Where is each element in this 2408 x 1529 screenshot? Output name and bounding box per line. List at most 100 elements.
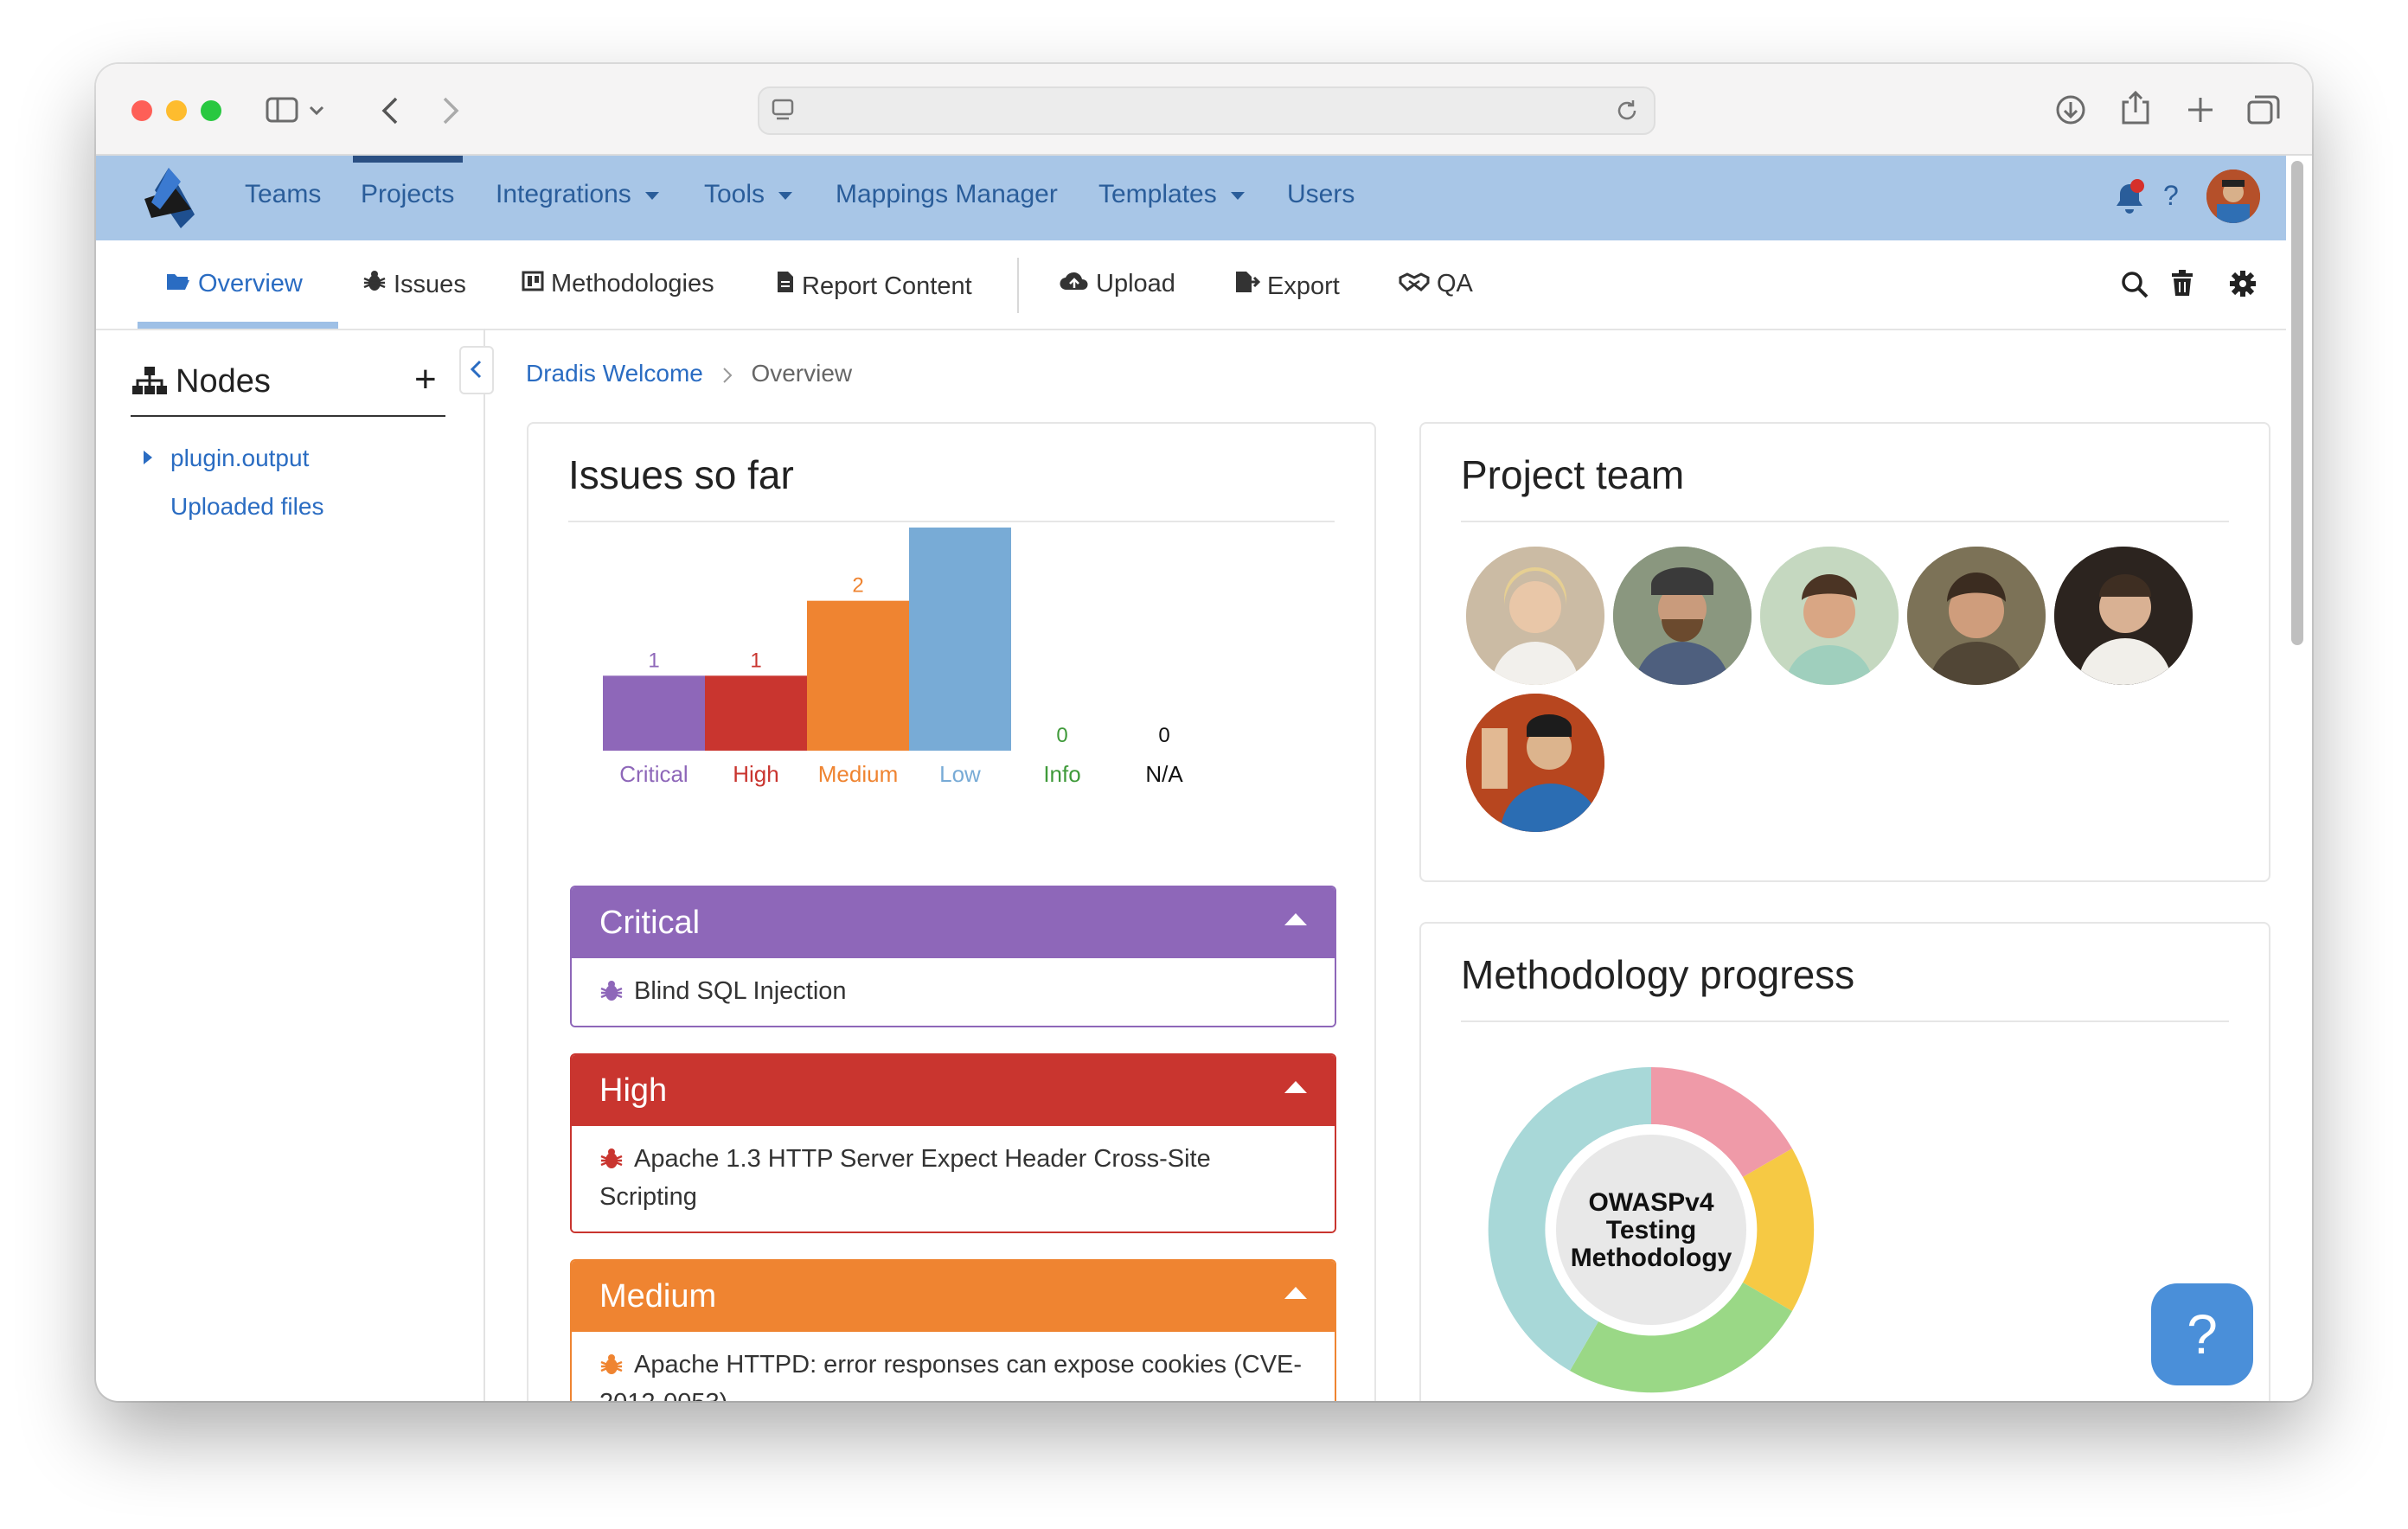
- team-member-avatar[interactable]: [1907, 547, 2046, 685]
- severity-group-header[interactable]: Medium: [572, 1261, 1335, 1332]
- project-toolbar: Overview Issues Methodologies Report Con…: [96, 240, 2286, 330]
- team-member-avatar[interactable]: [2054, 547, 2193, 685]
- chevron-left-icon: [470, 360, 482, 379]
- tab-issues-label: Issues: [394, 271, 466, 298]
- page-scrollbar[interactable]: [2291, 161, 2303, 645]
- back-icon[interactable]: [381, 97, 399, 125]
- node-plugin-output[interactable]: plugin.output: [170, 445, 309, 472]
- node-uploaded-files[interactable]: Uploaded files: [170, 493, 323, 521]
- nav-templates[interactable]: Templates: [1098, 180, 1245, 209]
- bug-icon: [600, 1148, 623, 1168]
- chart-category-label: Info: [1043, 761, 1080, 787]
- chevron-down-icon[interactable]: [309, 106, 324, 116]
- tab-overview[interactable]: Overview: [165, 270, 303, 298]
- app-navbar: Teams Projects Integrations Tools Mappin…: [96, 156, 2286, 243]
- notifications-bell-icon[interactable]: [2111, 178, 2146, 216]
- reload-icon[interactable]: [1616, 99, 1640, 123]
- card-divider: [568, 521, 1335, 522]
- chart-value-label: 0: [1158, 724, 1169, 747]
- nav-teams[interactable]: Teams: [245, 180, 321, 209]
- sidebar-toggle-icon[interactable]: [266, 97, 298, 123]
- search-icon[interactable]: [2120, 270, 2149, 299]
- bug-icon: [600, 981, 623, 1001]
- severity-group-header[interactable]: Critical: [572, 887, 1335, 958]
- nav-mappings-manager[interactable]: Mappings Manager: [836, 180, 1058, 209]
- team-member-avatar[interactable]: [1760, 547, 1899, 685]
- folder-open-icon: [167, 274, 189, 290]
- chart-category-label: Medium: [818, 761, 898, 787]
- download-icon[interactable]: [2054, 93, 2087, 126]
- collapse-triangle-icon[interactable]: [1284, 1081, 1307, 1093]
- avatar-image: [1613, 547, 1752, 685]
- minimize-window-button[interactable]: [166, 100, 187, 121]
- chart-category-label: Low: [939, 761, 981, 787]
- card-divider: [1461, 521, 2229, 522]
- nav-tools[interactable]: Tools: [704, 180, 793, 209]
- nav-projects[interactable]: Projects: [361, 180, 454, 209]
- tab-export[interactable]: Export: [1234, 270, 1340, 301]
- severity-group: High Apache 1.3 HTTP Server Expect Header…: [570, 1053, 1336, 1233]
- user-avatar[interactable]: [2206, 170, 2260, 223]
- avatar-image: [1907, 547, 2046, 685]
- dradis-logo[interactable]: [134, 164, 203, 234]
- nav-integrations[interactable]: Integrations: [496, 180, 659, 209]
- tab-issues[interactable]: Issues: [362, 270, 466, 299]
- issue-list-item[interactable]: Blind SQL Injection: [572, 958, 1335, 1026]
- severity-group: Critical Blind SQL Injection: [570, 886, 1336, 1027]
- tab-methodologies[interactable]: Methodologies: [522, 270, 714, 298]
- tab-overview-icon[interactable]: [2246, 93, 2281, 126]
- new-tab-icon[interactable]: [2186, 95, 2215, 125]
- close-window-button[interactable]: [131, 100, 152, 121]
- sidebar-title: Nodes: [176, 363, 271, 400]
- tab-report-content[interactable]: Report Content: [776, 270, 972, 301]
- help-link[interactable]: ?: [2163, 180, 2179, 212]
- breadcrumb-current: Overview: [751, 360, 853, 387]
- chart-category-label: High: [733, 761, 778, 787]
- issues-bar-chart: 1Critical1High2Medium3Low0Info0N/A: [603, 528, 1183, 787]
- breadcrumb: Dradis Welcome Overview: [526, 360, 852, 387]
- project-team-card: Project team: [1419, 422, 2270, 882]
- add-node-button[interactable]: +: [414, 358, 437, 401]
- zoom-window-button[interactable]: [201, 100, 221, 121]
- browser-window: Teams Projects Integrations Tools Mappin…: [96, 64, 2312, 1401]
- help-widget-button[interactable]: ?: [2151, 1283, 2253, 1385]
- severity-label: Medium: [599, 1278, 717, 1315]
- tab-export-label: Export: [1267, 272, 1340, 300]
- tab-qa[interactable]: QA: [1399, 270, 1473, 298]
- issue-list-item[interactable]: Apache 1.3 HTTP Server Expect Header Cro…: [572, 1126, 1335, 1232]
- trash-icon[interactable]: [2170, 270, 2194, 297]
- tab-report-content-label: Report Content: [802, 272, 972, 300]
- project-team-title: Project team: [1461, 452, 1685, 497]
- address-bar[interactable]: [758, 86, 1656, 135]
- nodes-sidebar: Nodes + plugin.output Uploaded files: [96, 329, 485, 1401]
- chart-value-label: 0: [1056, 724, 1067, 747]
- team-member-avatar[interactable]: [1466, 694, 1604, 832]
- tab-upload-label: Upload: [1096, 270, 1175, 297]
- sitemap-icon: [132, 367, 167, 394]
- collapse-triangle-icon[interactable]: [1284, 1287, 1307, 1299]
- board-icon: [522, 271, 544, 291]
- chart-value-label: 1: [648, 649, 659, 672]
- gear-icon[interactable]: [2229, 270, 2257, 297]
- share-icon[interactable]: [2120, 90, 2151, 126]
- issue-title: Apache HTTPD: error responses can expose…: [599, 1351, 1303, 1401]
- bug-icon: [600, 1354, 623, 1374]
- collapse-sidebar-button[interactable]: [459, 346, 494, 394]
- team-member-avatar[interactable]: [1613, 547, 1752, 685]
- file-export-icon: [1236, 272, 1260, 292]
- chart-category-label: N/A: [1145, 761, 1183, 787]
- nav-tools-label: Tools: [704, 180, 765, 208]
- tab-upload[interactable]: Upload: [1060, 270, 1175, 298]
- bug-icon: [363, 271, 386, 291]
- caret-right-icon[interactable]: [143, 450, 153, 465]
- breadcrumb-root[interactable]: Dradis Welcome: [526, 360, 703, 387]
- issue-title: Blind SQL Injection: [634, 977, 847, 1005]
- severity-group-header[interactable]: High: [572, 1055, 1335, 1126]
- chart-bar: [909, 528, 1011, 751]
- collapse-triangle-icon[interactable]: [1284, 913, 1307, 925]
- issue-list-item[interactable]: Apache HTTPD: error responses can expose…: [572, 1332, 1335, 1401]
- nav-active-indicator: [353, 156, 463, 163]
- nav-users[interactable]: Users: [1287, 180, 1354, 209]
- team-member-avatar[interactable]: [1466, 547, 1604, 685]
- forward-icon[interactable]: [442, 97, 459, 125]
